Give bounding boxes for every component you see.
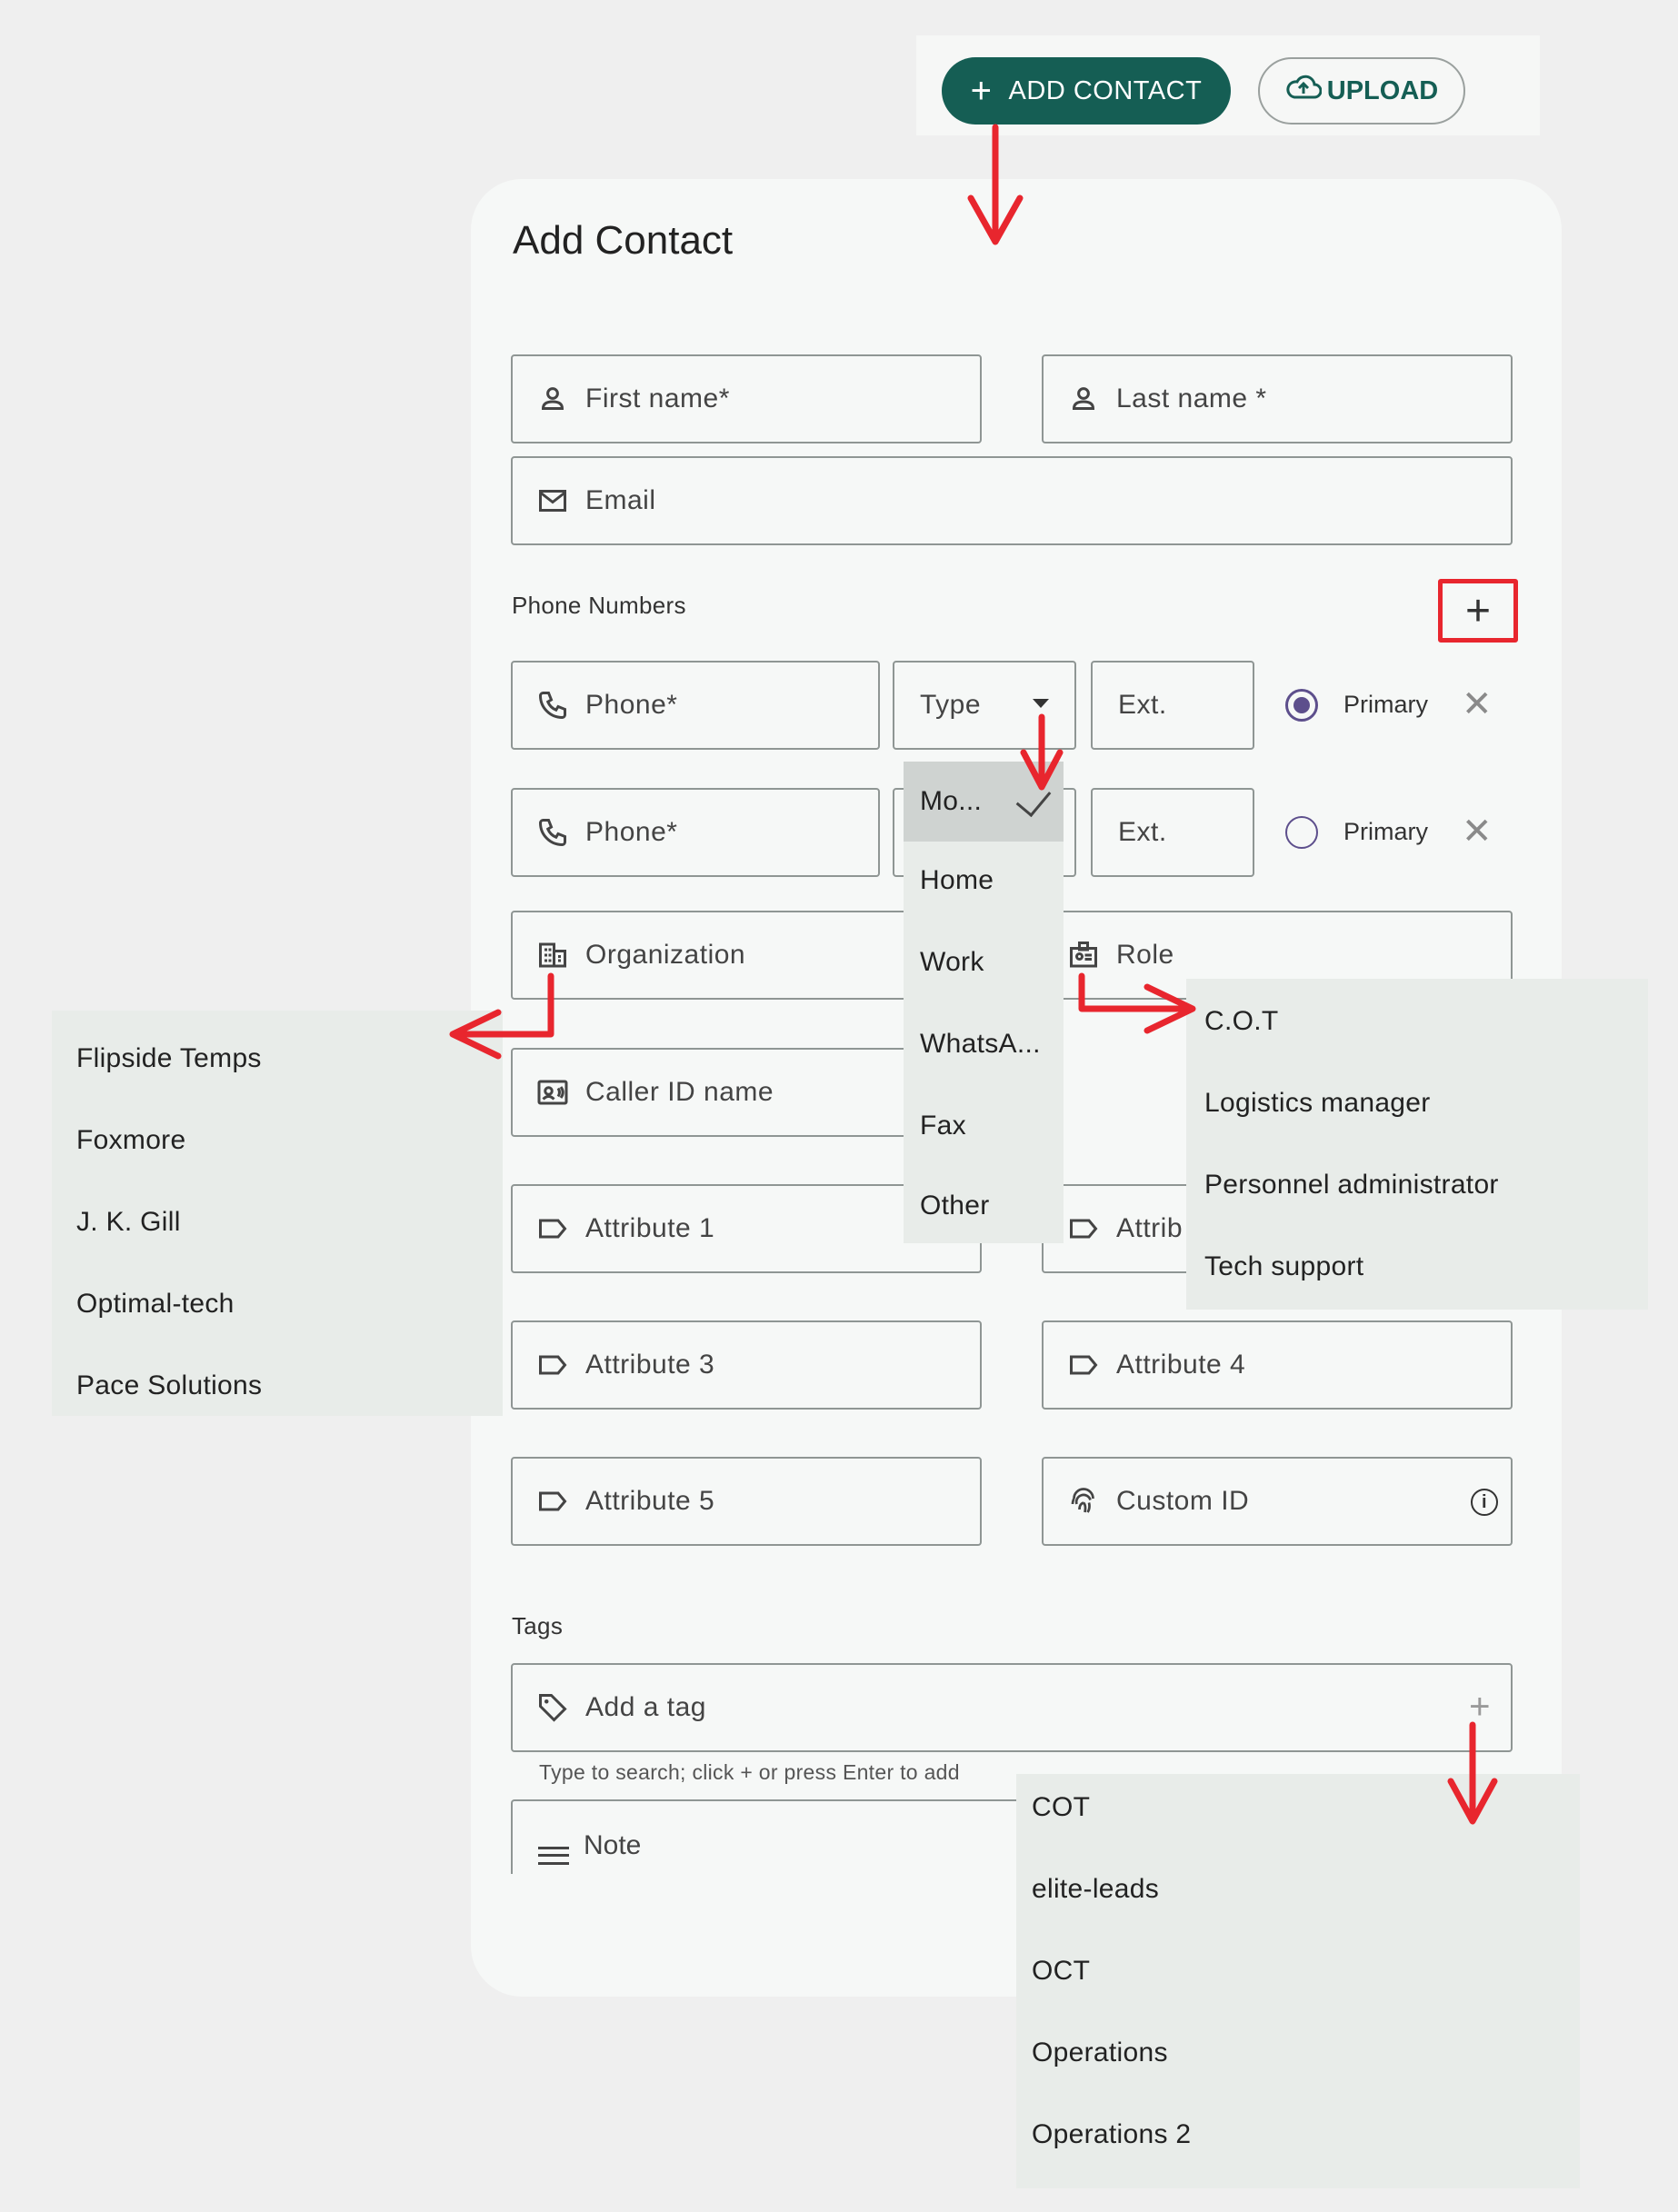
annotation-arrows: [449, 124, 1498, 1825]
